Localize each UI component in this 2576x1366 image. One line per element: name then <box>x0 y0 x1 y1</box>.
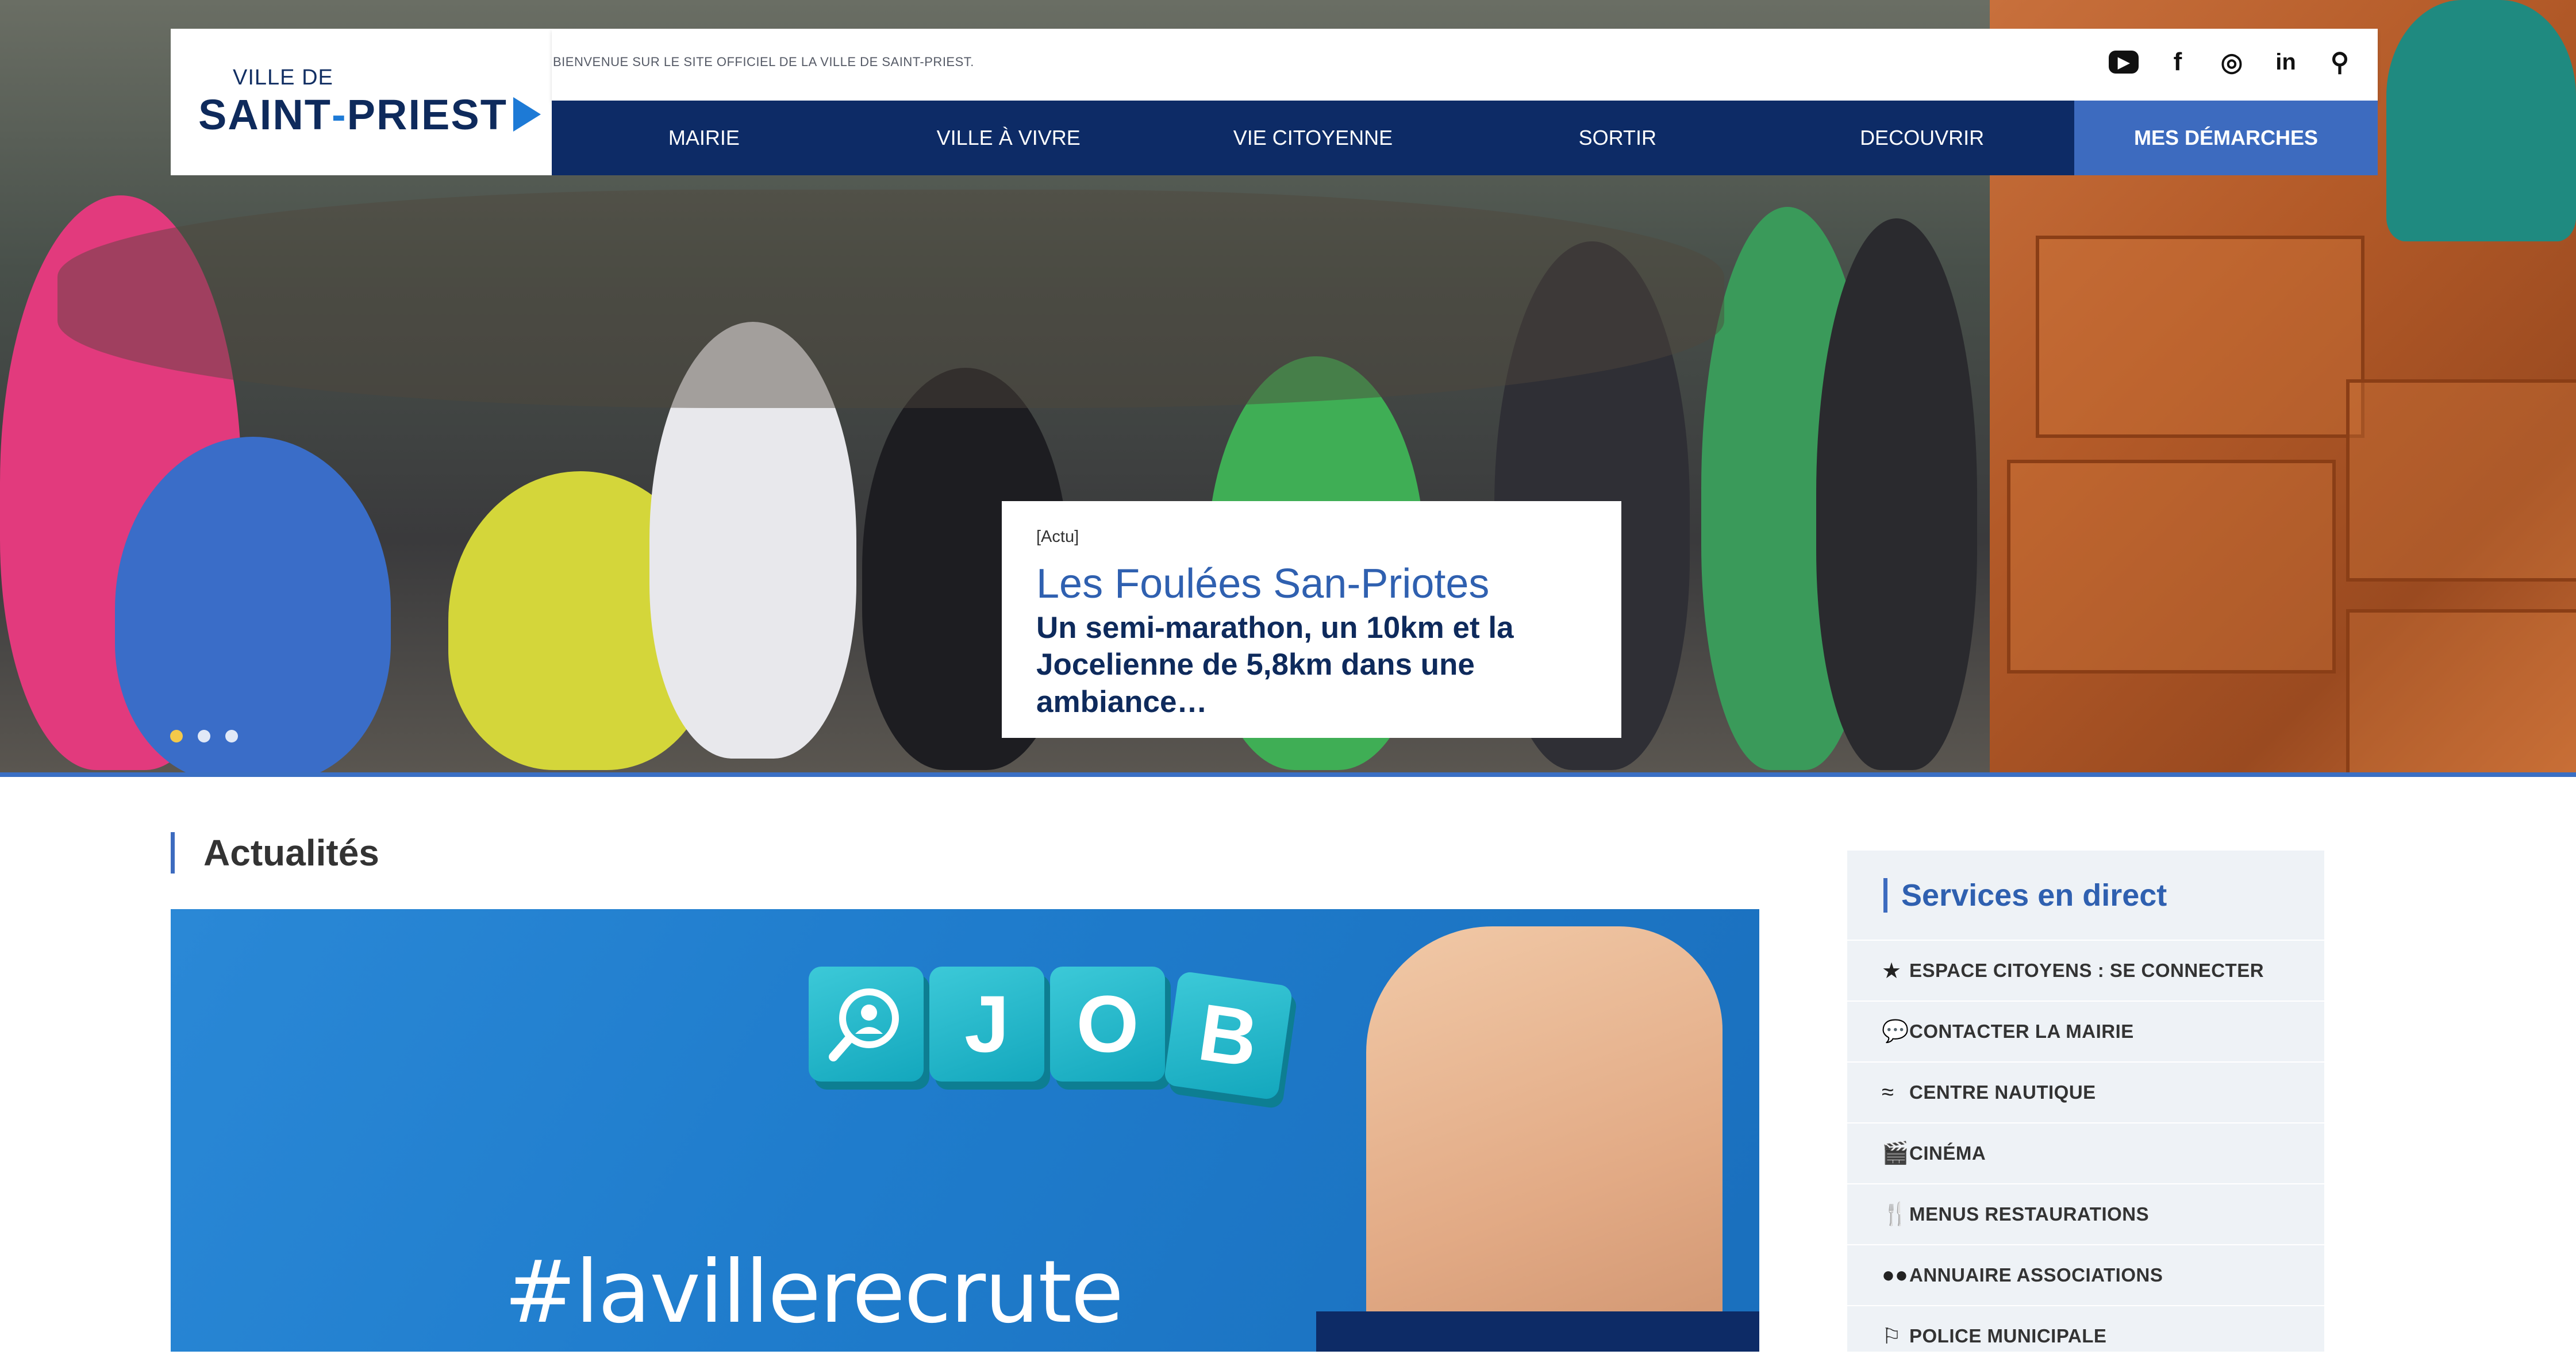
service-label: MENUS RESTAURATIONS <box>1909 1203 2150 1225</box>
logo-word-saint: SAINT <box>198 90 332 138</box>
service-link-centre-nautique[interactable]: ≈ CENTRE NAUTIQUE <box>1847 1061 2324 1122</box>
logo-dash: - <box>332 90 347 138</box>
job-cube-letter: O <box>1050 967 1165 1082</box>
main-navigation: MAIRIE VILLE À VIVRE VIE CITOYENNE SORTIR DE… <box>552 101 2378 175</box>
cutlery-icon: 🍴 <box>1882 1202 1909 1226</box>
service-link-espace-citoyens-se-connecter[interactable]: ★ ESPACE CITOYENS : SE CONNECTER <box>1847 940 2324 1001</box>
welcome-text: BIENVENUE SUR LE SITE OFFICIEL DE LA VIL… <box>553 55 974 69</box>
social-links: ▶ f ◎ in ⚲ <box>2109 47 2355 77</box>
service-label: ESPACE CITOYENS : SE CONNECTER <box>1909 960 2264 981</box>
police-icon: ⚐ <box>1882 1324 1902 1349</box>
services-list: ★ ESPACE CITOYENS : SE CONNECTER 💬 CONTACTE… <box>1847 940 2324 1366</box>
brick-shape <box>2007 460 2336 674</box>
hero-card-title[interactable]: Les Foulées San-Priotes <box>1036 562 1587 606</box>
brick-shape <box>2036 236 2364 438</box>
brick-shape <box>2346 379 2576 582</box>
logo-word-priest: PRIEST <box>347 90 507 138</box>
swimmer-icon: ≈ <box>1882 1080 1894 1105</box>
linkedin-icon[interactable]: in <box>2271 47 2301 77</box>
section-heading-actualites: Actualités <box>171 832 379 874</box>
speech-bubble-icon: 💬 <box>1882 1019 1909 1044</box>
top-bar: BIENVENUE SUR LE SITE OFFICIEL DE LA VIL… <box>552 29 2378 101</box>
facebook-icon[interactable]: f <box>2163 47 2193 77</box>
logo-arrow-icon <box>513 97 541 132</box>
news-caption-overlay[interactable] <box>1316 1311 1759 1352</box>
nav-item-mairie[interactable]: MAIRIE <box>552 101 856 175</box>
runner-shape <box>115 437 391 772</box>
service-label: CENTRE NAUTIQUE <box>1909 1082 2096 1103</box>
service-label: CONTACTER LA MAIRIE <box>1909 1021 2134 1042</box>
magnifier-person-icon <box>809 967 924 1082</box>
hero-card-tag: [Actu] <box>1036 528 1079 546</box>
news-featured-image[interactable]: JOB #lavillerecrute <box>171 909 1759 1352</box>
service-link-contacter-la-mairie[interactable]: 💬 CONTACTER LA MAIRIE <box>1847 1001 2324 1061</box>
hero-news-card[interactable]: [Actu] Les Foulées San-Priotes Un semi-m… <box>1002 501 1621 738</box>
service-label: POLICE MUNICIPALE <box>1909 1325 2107 1346</box>
clapperboard-icon: 🎬 <box>1882 1141 1909 1165</box>
search-icon[interactable]: ⚲ <box>2325 47 2355 77</box>
hero-card-description: Un semi-marathon, un 10km et la Jocelien… <box>1036 610 1514 719</box>
service-label: CINÉMA <box>1909 1142 1986 1164</box>
nav-item-sortir[interactable]: SORTIR <box>1465 101 1770 175</box>
runner-shape <box>1816 218 1977 770</box>
logo-main-text: SAINT - PRIEST <box>198 90 541 139</box>
logo-small-text: VILLE DE <box>233 65 333 90</box>
site-logo[interactable]: VILLE DE SAINT - PRIEST <box>171 29 552 175</box>
nav-item-vie-citoyenne[interactable]: VIE CITOYENNE <box>1161 101 1466 175</box>
instagram-icon[interactable]: ◎ <box>2217 47 2247 77</box>
nav-item-decouvrir[interactable]: DECOUVRIR <box>1770 101 2074 175</box>
service-link-menus-restaurations[interactable]: 🍴 MENUS RESTAURATIONS <box>1847 1183 2324 1244</box>
people-icon: ●● <box>1882 1263 1908 1287</box>
crowd-shape <box>57 190 1724 408</box>
nav-item-ville-vivre[interactable]: VILLE À VIVRE <box>856 101 1161 175</box>
figurine-shape <box>2386 0 2576 241</box>
nav-item-mes-demarches[interactable]: MES DÉMARCHES <box>2074 101 2378 175</box>
services-panel: Services en direct ★ ESPACE CITOYENS : SE… <box>1847 851 2324 1352</box>
service-label: ANNUAIRE ASSOCIATIONS <box>1909 1264 2163 1286</box>
news-hashtag: #lavillerecrute <box>504 1242 1124 1342</box>
hero-divider <box>0 772 2576 777</box>
slider-dots <box>170 730 238 742</box>
youtube-icon[interactable]: ▶ <box>2109 51 2139 74</box>
service-link-cin-ma[interactable]: 🎬 CINÉMA <box>1847 1122 2324 1183</box>
service-link-police-municipale[interactable]: ⚐ POLICE MUNICIPALE <box>1847 1305 2324 1366</box>
brick-shape <box>2346 609 2576 772</box>
hand-shape <box>1366 926 1723 1352</box>
service-link-annuaire-associations[interactable]: ●● ANNUAIRE ASSOCIATIONS <box>1847 1244 2324 1305</box>
star-icon: ★ <box>1882 959 1902 983</box>
job-cube-letter: B <box>1163 971 1293 1101</box>
job-cube-letter: J <box>929 967 1044 1082</box>
services-title: Services en direct <box>1883 878 2167 913</box>
slider-dot[interactable] <box>170 730 183 742</box>
slider-dot[interactable] <box>225 730 238 742</box>
slider-dot[interactable] <box>198 730 210 742</box>
